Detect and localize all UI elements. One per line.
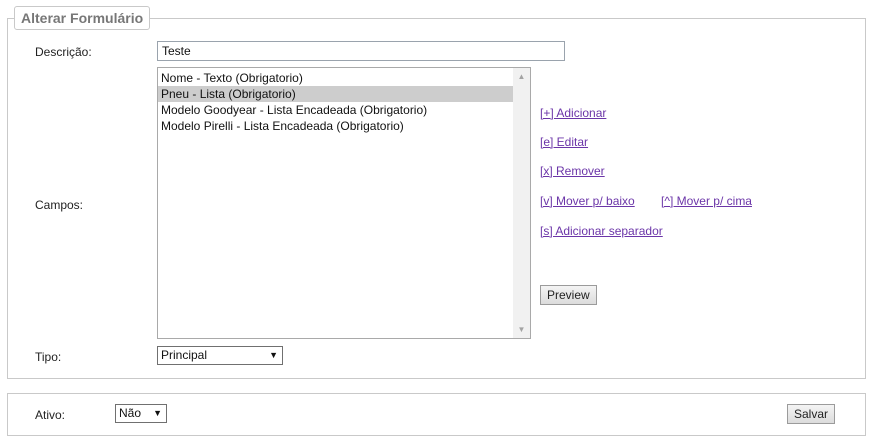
campos-listbox[interactable]: Nome - Texto (Obrigatorio) Pneu - Lista … (157, 67, 531, 339)
preview-button[interactable]: Preview (540, 285, 597, 305)
form-legend: Alterar Formulário (14, 6, 151, 30)
caret-down-icon: ▼ (269, 350, 278, 360)
editar-link[interactable]: [e] Editar (540, 135, 588, 149)
tipo-select-value: Principal (161, 348, 208, 362)
mover-cima-link[interactable]: [^] Mover p/ cima (661, 194, 752, 208)
list-item[interactable]: Modelo Pirelli - Lista Encadeada (Obriga… (158, 118, 513, 134)
tipo-label: Tipo: (35, 350, 62, 364)
scroll-down-arrow-icon[interactable]: ▼ (513, 321, 530, 338)
remover-link[interactable]: [x] Remover (540, 164, 605, 178)
ativo-label: Ativo: (35, 408, 66, 422)
mover-baixo-link[interactable]: [v] Mover p/ baixo (540, 194, 635, 208)
list-item[interactable]: Nome - Texto (Obrigatorio) (158, 70, 513, 86)
descricao-label: Descrição: (35, 45, 92, 59)
scroll-up-arrow-icon[interactable]: ▲ (513, 68, 530, 85)
list-item[interactable]: Modelo Goodyear - Lista Encadeada (Obrig… (158, 102, 513, 118)
list-item-selected[interactable]: Pneu - Lista (Obrigatorio) (158, 86, 513, 102)
caret-down-icon: ▼ (153, 408, 162, 418)
campos-label: Campos: (35, 198, 84, 212)
salvar-button[interactable]: Salvar (787, 404, 836, 424)
adicionar-separador-link[interactable]: [s] Adicionar separador (540, 224, 663, 238)
descricao-input[interactable] (157, 41, 565, 61)
adicionar-link[interactable]: [+] Adicionar (540, 106, 606, 120)
campos-list: Nome - Texto (Obrigatorio) Pneu - Lista … (158, 68, 513, 338)
ativo-select-value: Não (119, 406, 142, 420)
ativo-select[interactable]: Não ▼ (115, 404, 167, 423)
tipo-select[interactable]: Principal ▼ (157, 346, 283, 365)
listbox-scrollbar[interactable]: ▲ ▼ (513, 68, 530, 338)
